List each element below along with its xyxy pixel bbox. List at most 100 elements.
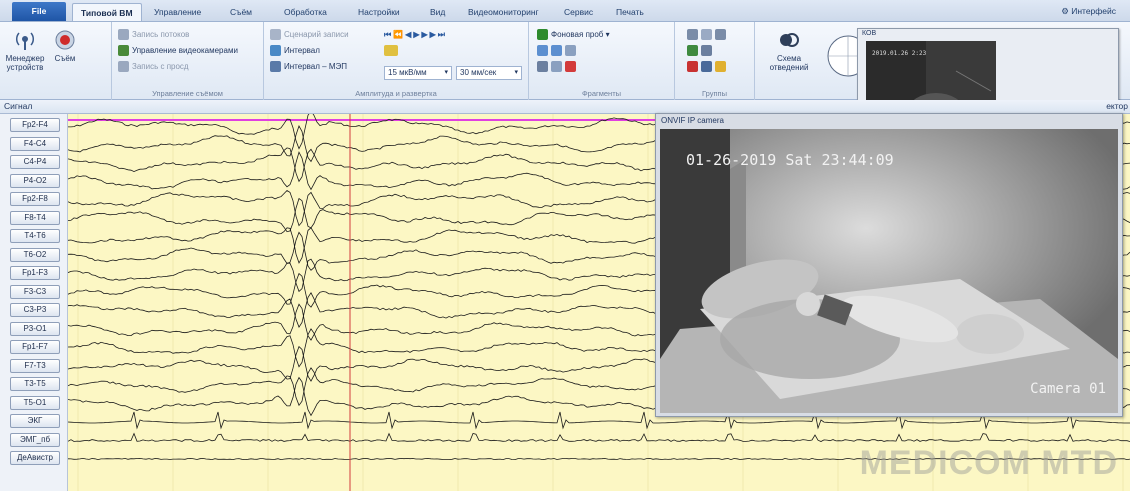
fragments-group-label: Фрагменты — [581, 89, 622, 98]
montage-scheme-button[interactable]: Схема отведений — [761, 28, 817, 72]
channel-label[interactable]: Fp1-F3 — [10, 266, 60, 280]
camera-timestamp: 01-26-2019 Sat 23:44:09 — [686, 151, 894, 169]
tab-item-5[interactable]: Настройки — [350, 3, 408, 21]
group-red-icon[interactable] — [687, 61, 698, 73]
thumbnail-title: КОВ — [862, 30, 877, 37]
group-table-icon[interactable] — [687, 45, 698, 57]
fragment-tools-row1[interactable] — [537, 44, 579, 58]
channel-label[interactable]: T4-T6 — [10, 229, 60, 243]
group-copy-icon[interactable] — [701, 29, 712, 41]
tab-item-9[interactable]: Печать — [608, 3, 652, 21]
device-manager-button[interactable]: Менеджер устройств — [4, 28, 46, 72]
background-icon — [537, 29, 548, 41]
channel-label[interactable]: Fp2-F4 — [10, 118, 60, 132]
tab-item-6[interactable]: Вид — [422, 3, 453, 21]
tab-item-8[interactable]: Сервис — [556, 3, 601, 21]
capture-button[interactable]: Съём — [50, 28, 80, 63]
tab-item-2[interactable]: Управление — [146, 3, 209, 21]
group-grid-icon[interactable] — [701, 45, 712, 57]
ribbon-group-groups: Группы — [675, 22, 755, 100]
camera-frame-image: 01-26-2019 Sat 23:44:09 Camera 01 — [660, 129, 1118, 413]
fragment-delete-icon[interactable] — [565, 61, 576, 73]
stream-record-button[interactable]: Запись потоков — [118, 28, 189, 42]
group-tools-row3[interactable] — [687, 60, 729, 74]
fragment-join-icon[interactable] — [551, 45, 562, 57]
tab-file[interactable]: File — [12, 2, 66, 21]
channel-label[interactable]: ЭКГ — [10, 414, 60, 428]
channel-label[interactable]: F4-C4 — [10, 136, 60, 151]
channel-label[interactable]: ЭМГ_пб — [10, 432, 60, 447]
camera-control-icon — [118, 45, 129, 57]
chevron-down-icon: ▾ — [514, 69, 518, 76]
channel-label[interactable]: C3-P3 — [10, 303, 60, 317]
interval-button[interactable]: Интервал — [270, 44, 320, 58]
speed-value: 30 мм/сек — [460, 68, 497, 77]
chevron-down-icon: ▾ — [444, 69, 448, 76]
tab-item-7[interactable]: Видеомониторинг — [460, 3, 547, 21]
channel-label[interactable]: Fp1-F7 — [10, 340, 60, 354]
fragment-list-icon[interactable] — [565, 45, 576, 57]
channel-label[interactable]: F8-T4 — [10, 210, 60, 225]
fragment-tools-row2[interactable] — [537, 60, 579, 74]
signal-header: Сигнал ектор — [0, 100, 1130, 114]
prev-fast-icon[interactable]: ⏪ — [393, 30, 405, 39]
camera-window-title: ONVIF IP camera — [661, 116, 724, 125]
group-tree-icon[interactable] — [715, 29, 726, 41]
antenna-icon — [15, 32, 35, 50]
group-chart-icon[interactable] — [715, 61, 726, 73]
group-open-icon[interactable] — [687, 29, 698, 41]
background-label: Фоновая проб — [551, 30, 604, 39]
speed-select[interactable]: 30 мм/сек ▾ — [456, 66, 522, 80]
fragment-grid-icon[interactable] — [551, 61, 562, 73]
playback-controls[interactable]: ⏮⏪◀▶▶▶⏭ — [384, 28, 447, 42]
ribbon-tab-bar: File Типовой ВМ Управление Съём Обработка Нас… — [0, 0, 1130, 22]
interface-menu[interactable]: ⚙ Интерфейс — [1061, 3, 1116, 19]
channel-label[interactable]: T5-O1 — [10, 395, 60, 410]
ribbon-group-control: Запись потоков Управление видеокамерами … — [112, 22, 264, 100]
interval-icon — [270, 45, 281, 57]
fragment-add-icon[interactable] — [537, 45, 548, 57]
montage-label: Схема отведений — [769, 54, 809, 72]
sensitivity-value: 15 мкВ/мм — [388, 68, 427, 77]
camera-window[interactable]: ONVIF IP camera 01-26-2019 Sat 23:44:09 … — [655, 113, 1123, 417]
channel-label[interactable]: F3-C3 — [10, 284, 60, 299]
scale-icon — [384, 45, 398, 57]
scale-button[interactable] — [384, 44, 401, 58]
channel-label[interactable]: ДеАвистр — [10, 451, 60, 465]
interval-mep-label: Интервал – МЭП — [284, 62, 347, 71]
scenario-record-label: Сценарий записи — [284, 30, 349, 39]
fragment-ruler-icon[interactable] — [537, 61, 548, 73]
stream-icon — [118, 29, 129, 41]
group-tools-row2[interactable] — [687, 44, 715, 58]
amp-group-label: Амплитуда и развертка — [355, 89, 437, 98]
group-sound-icon[interactable] — [701, 61, 712, 73]
background-test-select[interactable]: Фоновая проб ▾ — [537, 28, 610, 42]
channel-label[interactable]: C4-P4 — [10, 155, 60, 169]
sensitivity-select[interactable]: 15 мкВ/мм ▾ — [384, 66, 452, 80]
record-from-disk-button[interactable]: Запись с просд — [118, 60, 189, 74]
next-icon[interactable]: ▶▶ — [421, 30, 437, 39]
channel-label[interactable]: P3-O1 — [10, 321, 60, 336]
scenario-record-button[interactable]: Сценарий записи — [270, 28, 349, 42]
camera-control-button[interactable]: Управление видеокамерами — [118, 44, 238, 58]
last-icon[interactable]: ⏭ — [438, 30, 447, 39]
eeg-trace — [68, 432, 1130, 442]
group-tools-row1[interactable] — [687, 28, 729, 42]
head-scheme-icon[interactable] — [824, 26, 858, 86]
channel-label[interactable]: P4-O2 — [10, 173, 60, 188]
channel-label[interactable]: T3-T5 — [10, 377, 60, 391]
channel-label[interactable]: F7-T3 — [10, 358, 60, 373]
interval-mep-button[interactable]: Интервал – МЭП — [270, 60, 347, 74]
scenario-icon — [270, 29, 281, 41]
record-icon — [55, 30, 75, 50]
disk-icon — [118, 61, 129, 73]
camera-video[interactable]: 01-26-2019 Sat 23:44:09 Camera 01 — [660, 129, 1118, 413]
tab-item-1[interactable]: Типовой ВМ — [72, 3, 142, 21]
signal-label: Сигнал — [4, 101, 33, 111]
tab-item-3[interactable]: Съём — [222, 3, 260, 21]
channel-label[interactable]: T6-O2 — [10, 247, 60, 262]
first-icon[interactable]: ⏮ — [384, 30, 393, 39]
tab-item-4[interactable]: Обработка — [276, 3, 335, 21]
groups-group-label: Группы — [702, 89, 727, 98]
channel-label[interactable]: Fp2-F8 — [10, 192, 60, 206]
